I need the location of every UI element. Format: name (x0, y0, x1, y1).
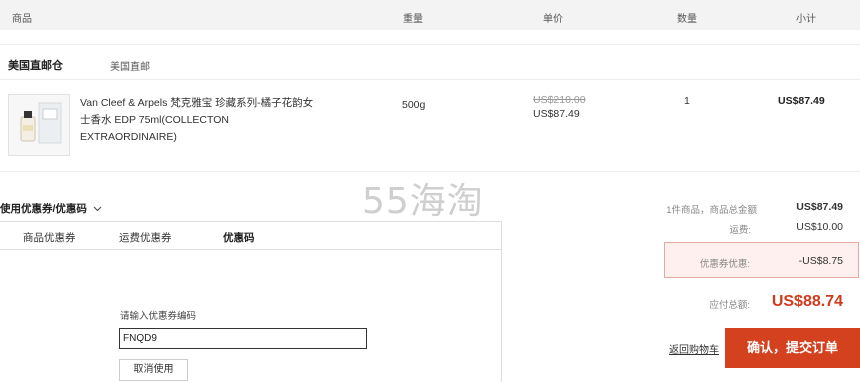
header-quantity: 数量 (677, 14, 697, 25)
discount-label: 优惠券优惠: (699, 259, 750, 270)
chevron-down-icon (93, 203, 102, 215)
header-product: 商品 (12, 14, 32, 25)
warehouse-tag: 美国直邮 (110, 62, 150, 73)
submit-order-button[interactable]: 确认，提交订单 (725, 328, 860, 368)
items-total-label: 1件商品，商品总金额 (666, 205, 757, 216)
perfume-bottle-icon (9, 95, 69, 155)
warehouse-name: 美国直邮仓 (8, 60, 63, 72)
product-quantity: 1 (684, 95, 690, 107)
product-price: US$87.49 (533, 108, 580, 120)
coupon-panel: 商品优惠券 运费优惠券 优惠码 请输入优惠券编码 取消使用 (0, 221, 502, 382)
coupon-toggle[interactable]: 使用优惠券/优惠码 (0, 201, 102, 216)
coupon-title: 使用优惠券/优惠码 (0, 203, 87, 215)
cancel-coupon-button[interactable]: 取消使用 (119, 359, 188, 381)
coupon-code-label: 请输入优惠券编码 (120, 311, 197, 322)
shipping-label: 运费: (729, 225, 751, 236)
total-value: US$88.74 (771, 293, 843, 310)
total-label: 应付总额: (709, 300, 750, 311)
tab-coupon-code[interactable]: 优惠码 (223, 230, 255, 245)
watermark-logo: 55海淘 (362, 181, 484, 222)
product-original-price: US$210.00 (533, 94, 586, 106)
items-total-value: US$87.49 (796, 201, 843, 213)
header-weight: 重量 (403, 14, 423, 25)
back-to-cart-link[interactable]: 返回购物车 (669, 341, 719, 356)
product-subtotal: US$87.49 (778, 95, 825, 107)
table-header: 商品 重量 单价 数量 小计 (0, 0, 860, 30)
tab-shipping-coupon[interactable]: 运费优惠券 (119, 230, 172, 245)
product-row: Van Cleef & Arpels 梵克雅宝 珍藏系列-橘子花韵女士香水 ED… (0, 80, 860, 172)
discount-value: -US$8.75 (798, 255, 843, 267)
warehouse-row: 美国直邮仓 美国直邮 (0, 44, 860, 80)
coupon-code-input[interactable] (119, 328, 367, 349)
shipping-value: US$10.00 (796, 221, 843, 233)
header-subtotal: 小计 (796, 14, 816, 25)
product-weight: 500g (402, 99, 426, 111)
coupon-tabs: 商品优惠券 运费优惠券 优惠码 (0, 222, 501, 250)
header-unit-price: 单价 (543, 14, 563, 25)
tab-product-coupon[interactable]: 商品优惠券 (23, 230, 76, 245)
product-image[interactable] (8, 94, 70, 156)
product-name-link[interactable]: Van Cleef & Arpels 梵克雅宝 珍藏系列-橘子花韵女士香水 ED… (80, 95, 320, 146)
